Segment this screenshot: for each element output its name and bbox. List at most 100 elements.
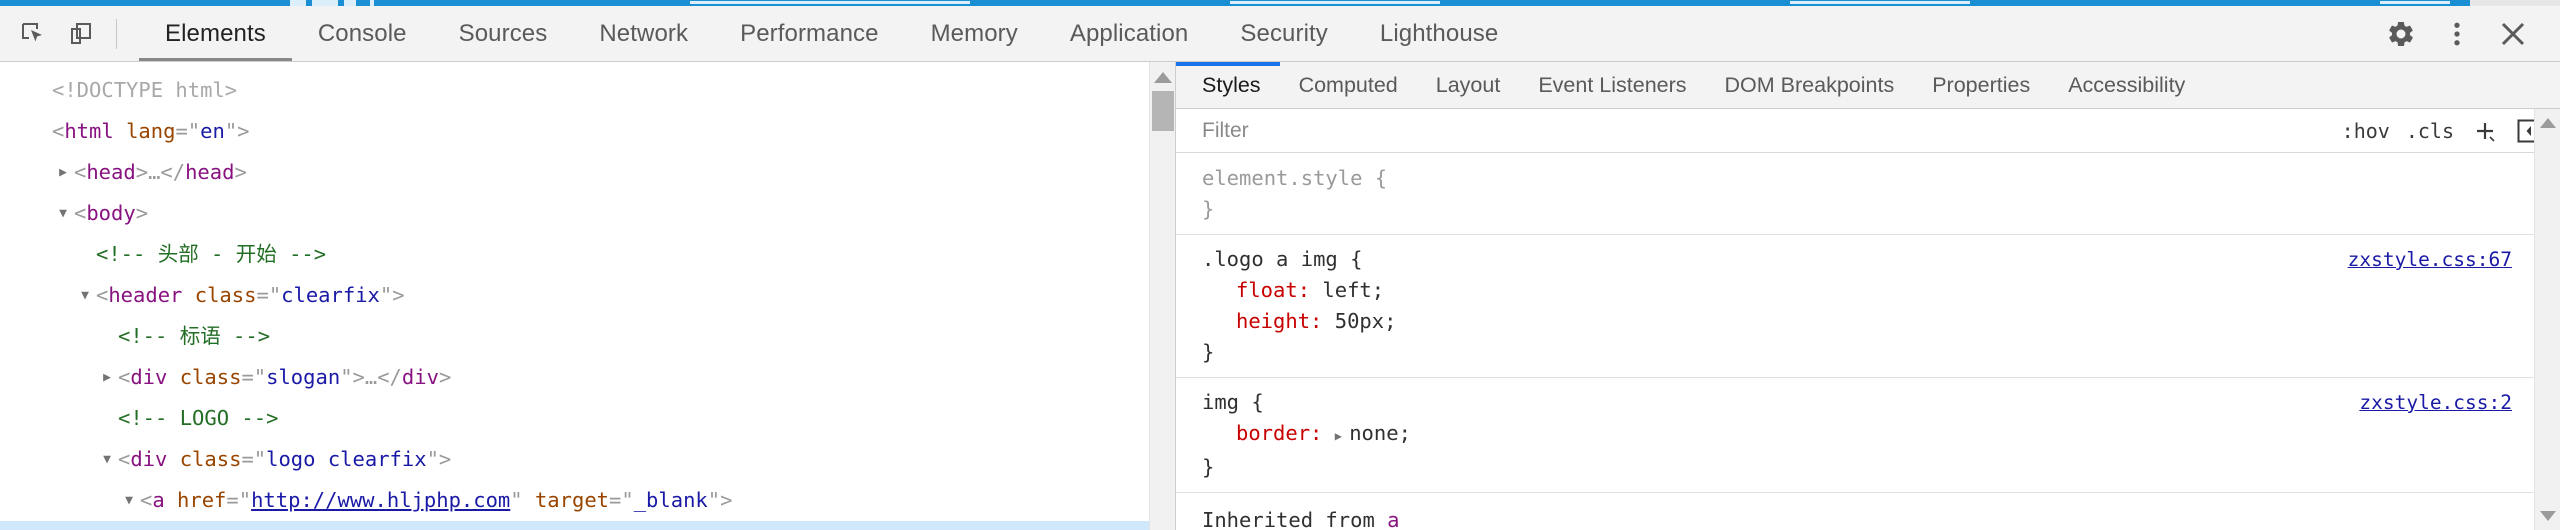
dom-token-punct: < <box>52 119 65 143</box>
dom-token-punct: = <box>226 488 239 512</box>
expand-arrow-down-icon[interactable]: ▼ <box>98 439 116 480</box>
dom-row[interactable]: <!DOCTYPE html> <box>0 70 1175 111</box>
panel-tabs: Elements Console Sources Network Perform… <box>139 6 2376 61</box>
dom-row-selected[interactable]: ••• <img src="/Public/zximg/zxlogo.png" … <box>0 521 1175 530</box>
dom-token-attr: href <box>177 488 227 512</box>
css-rule-source-link[interactable]: zxstyle.css:67 <box>2348 244 2512 275</box>
dom-token-punct: < <box>74 201 87 225</box>
styles-rules-list[interactable]: element.style {} zxstyle.css:67 .logo a im… <box>1176 154 2534 530</box>
settings-gear-icon[interactable] <box>2376 9 2426 59</box>
tab-lighthouse[interactable]: Lighthouse <box>1354 6 1524 61</box>
devtools-main-toolbar: Elements Console Sources Network Perform… <box>0 6 2560 62</box>
dom-token-str: " <box>253 365 267 389</box>
styles-filter-input[interactable] <box>1176 108 2342 153</box>
sidebar-tab-dom-breakpoints[interactable]: DOM Breakpoints <box>1706 62 1914 108</box>
dom-row[interactable]: <!-- LOGO --> <box>0 398 1175 439</box>
css-declaration[interactable]: border: ▶ none; <box>1202 418 2534 452</box>
scroll-down-arrow-icon[interactable] <box>2540 511 2556 521</box>
dom-token-punct: == <box>808 521 833 530</box>
sidebar-tab-label: Layout <box>1435 72 1501 97</box>
scroll-up-arrow-icon[interactable] <box>1153 72 1172 83</box>
css-rule[interactable]: zxstyle.css:67 .logo a img { float: left; h… <box>1176 235 2534 378</box>
css-property-value[interactable]: left; <box>1322 278 1384 302</box>
css-selector-text: .logo a img { <box>1202 247 1363 271</box>
dom-token-str: " <box>253 447 267 471</box>
dom-token-attr: class <box>179 365 242 389</box>
dom-token-str: " <box>273 521 285 530</box>
dom-row[interactable]: ▶ < div class = " slogan " >… </div > <box>0 357 1175 398</box>
css-rule-closing-brace: } <box>1202 197 1215 221</box>
dom-token-str: " <box>707 488 721 512</box>
tab-performance[interactable]: Performance <box>714 6 905 61</box>
tab-security[interactable]: Security <box>1214 6 1354 61</box>
sidebar-tab-label: Computed <box>1298 72 1398 97</box>
css-property-value[interactable]: 50px; <box>1335 309 1397 333</box>
tab-network[interactable]: Network <box>573 6 714 61</box>
css-property-name: border: <box>1236 421 1335 445</box>
css-rule-selector[interactable]: element.style { <box>1202 163 2534 194</box>
dom-row-menu-icon[interactable]: ••• <box>4 521 45 530</box>
dom-token-tag: header <box>108 283 183 307</box>
tab-console[interactable]: Console <box>292 6 433 61</box>
dom-row[interactable]: ▼ < header class = " clearfix " > <box>0 275 1175 316</box>
css-rule-selector[interactable]: img { <box>1202 387 2534 418</box>
twisty-placeholder <box>98 316 116 357</box>
tab-memory[interactable]: Memory <box>905 6 1044 61</box>
sidebar-tab-computed[interactable]: Computed <box>1280 62 1417 108</box>
close-icon[interactable] <box>2488 9 2538 59</box>
css-rule[interactable]: element.style {} <box>1176 154 2534 235</box>
css-declaration[interactable]: height: 50px; <box>1202 306 2534 337</box>
tab-label: Performance <box>740 19 879 47</box>
sidebar-tab-accessibility[interactable]: Accessibility <box>2049 62 2204 108</box>
expand-arrow-down-icon[interactable]: ▼ <box>54 193 72 234</box>
new-style-rule-button[interactable] <box>2470 116 2500 146</box>
dom-token-sp <box>795 521 807 530</box>
dom-row[interactable]: <!-- 头部 - 开始 --> <box>0 234 1175 275</box>
toggle-hover-state-button[interactable]: :hov <box>2342 119 2390 143</box>
more-options-icon[interactable] <box>2432 9 2482 59</box>
expand-arrow-down-icon[interactable]: ▼ <box>120 480 138 521</box>
dom-tree-scrollbar[interactable] <box>1149 62 1175 530</box>
dom-token-tag: div <box>130 447 168 471</box>
dom-token-val: clearfix <box>281 283 380 307</box>
dom-row[interactable]: ▼ < div class = " logo clearfix " > <box>0 439 1175 480</box>
dom-tree[interactable]: <!DOCTYPE html> < html lang = " en " > ▶ < head >…… <box>0 62 1175 530</box>
sidebar-tab-event-listeners[interactable]: Event Listeners <box>1519 62 1705 108</box>
expand-arrow-right-icon[interactable]: ▶ <box>1335 429 1349 443</box>
tab-sources[interactable]: Sources <box>433 6 574 61</box>
css-rule[interactable]: zxstyle.css:2 img {border: ▶ none;} <box>1176 378 2534 493</box>
css-declaration[interactable]: float: left; <box>1202 275 2534 306</box>
dom-row[interactable]: < html lang = " en " > <box>0 111 1175 152</box>
dom-token-punct: > <box>392 283 405 307</box>
twisty-placeholder <box>98 398 116 439</box>
device-toolbar-icon[interactable] <box>64 17 98 51</box>
toggle-element-classes-button[interactable]: .cls <box>2406 119 2454 143</box>
scroll-up-arrow-icon[interactable] <box>2539 118 2556 128</box>
scrollbar-thumb[interactable] <box>1151 91 1174 131</box>
sidebar-tab-styles[interactable]: Styles <box>1176 62 1280 108</box>
dom-row[interactable]: ▼ < a href = " http://www.hljphp.com " target =… <box>0 480 1175 521</box>
twisty-placeholder <box>76 234 94 275</box>
inspect-element-icon[interactable] <box>16 17 50 51</box>
tab-elements[interactable]: Elements <box>139 6 292 61</box>
inherited-from-tag[interactable]: a <box>1387 508 1399 530</box>
tab-application[interactable]: Application <box>1044 6 1215 61</box>
sidebar-tab-properties[interactable]: Properties <box>1913 62 2049 108</box>
sidebar-tab-layout[interactable]: Layout <box>1417 62 1520 108</box>
dom-token-attr: src <box>224 521 261 530</box>
expand-arrow-right-icon[interactable]: ▶ <box>98 357 116 398</box>
css-rule-selector[interactable]: .logo a img { <box>1202 244 2534 275</box>
dom-row[interactable]: <!-- 标语 --> <box>0 316 1175 357</box>
dom-attribute-link[interactable]: http://www.hljphp.com <box>251 480 510 521</box>
dom-row[interactable]: ▼ < body > <box>0 193 1175 234</box>
expand-arrow-right-icon[interactable]: ▶ <box>54 152 72 193</box>
css-property-value[interactable]: none; <box>1349 421 1411 445</box>
dom-row[interactable]: ▶ < head >… </head > <box>0 152 1175 193</box>
dom-attribute-link[interactable]: /Public/zximg/zxlogo.png <box>285 521 581 530</box>
css-rule-source-link[interactable]: zxstyle.css:2 <box>2359 387 2512 418</box>
styles-filter-row: :hov .cls <box>1176 108 2560 153</box>
toolbar-left-icons <box>0 6 139 61</box>
styles-sidebar-scrollbar[interactable] <box>2534 109 2560 530</box>
expand-arrow-down-icon[interactable]: ▼ <box>76 275 94 316</box>
dom-token-punct: > <box>135 201 149 225</box>
